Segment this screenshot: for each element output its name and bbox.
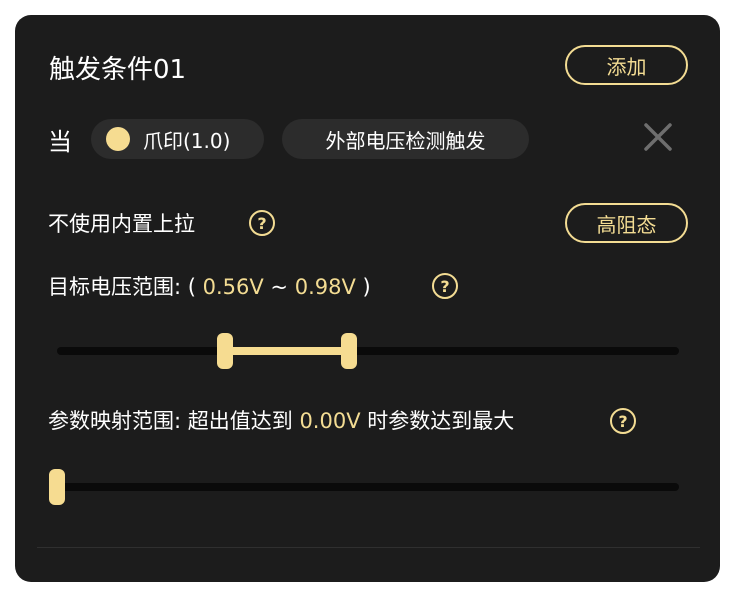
voltage-range-prefix: 目标电压范围: ( <box>48 275 203 299</box>
close-icon[interactable] <box>643 122 673 152</box>
trigger-type-chip[interactable]: 外部电压检测触发 <box>282 119 529 159</box>
trigger-type-label: 外部电压检测触发 <box>325 128 486 153</box>
bottom-divider <box>37 547 700 548</box>
voltage-range-separator: ~ <box>263 275 295 299</box>
when-label: 当 <box>48 128 72 156</box>
device-color-dot <box>106 127 130 151</box>
high-impedance-button[interactable]: 高阻态 <box>565 203 688 243</box>
mapping-range-suffix: 时参数达到最大 <box>360 409 515 433</box>
mapping-range-prefix: 参数映射范围: 超出值达到 <box>48 409 300 433</box>
pullup-label: 不使用内置上拉 <box>48 212 195 236</box>
mapping-range-help-icon[interactable]: ? <box>610 408 636 434</box>
voltage-low-value: 0.56V <box>202 275 264 299</box>
add-button[interactable]: 添加 <box>565 45 688 85</box>
voltage-range-help-icon[interactable]: ? <box>432 273 458 299</box>
panel-title: 触发条件01 <box>49 55 187 85</box>
voltage-low-handle[interactable] <box>216 333 233 369</box>
mapping-value-handle[interactable] <box>49 469 65 505</box>
mapping-value: 0.00V <box>299 409 361 433</box>
device-chip[interactable]: 爪印(1.0) <box>91 119 264 159</box>
pullup-help-icon[interactable]: ? <box>249 210 275 236</box>
voltage-slider-track <box>57 347 679 355</box>
trigger-condition-panel: 触发条件01 添加 当 爪印(1.0) 外部电压检测触发 不使用内置上拉 ? 高… <box>15 15 720 582</box>
device-chip-label: 爪印(1.0) <box>143 128 231 153</box>
mapping-range-label: 参数映射范围: 超出值达到 0.00V 时参数达到最大 <box>48 405 514 435</box>
voltage-high-value: 0.98V <box>294 275 356 299</box>
voltage-range-slider[interactable] <box>57 333 679 369</box>
voltage-range-suffix: ) <box>355 275 371 299</box>
mapping-range-slider[interactable] <box>49 469 679 505</box>
voltage-high-handle[interactable] <box>341 333 358 369</box>
mapping-slider-track <box>53 483 679 491</box>
voltage-range-label: 目标电压范围: ( 0.56V ~ 0.98V ) <box>48 271 371 301</box>
voltage-slider-fill <box>224 347 350 355</box>
